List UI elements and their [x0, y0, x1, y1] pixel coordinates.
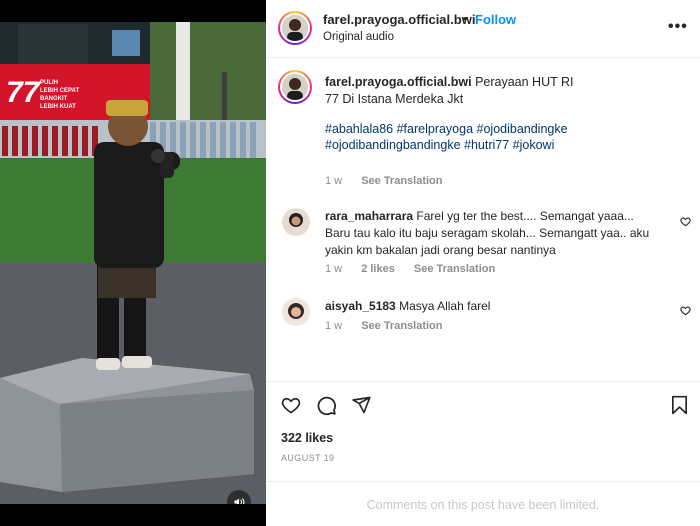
caption-author-avatar[interactable]	[278, 70, 312, 104]
instagram-post-viewer: 77 PULIH LEBIH CEPAT BANGKIT LEBIH KUAT	[0, 0, 700, 526]
post-actions: 322 likes AUGUST 19	[266, 382, 700, 482]
header-separator: •	[463, 11, 468, 26]
like-count[interactable]: 322 likes	[281, 431, 333, 445]
comment-see-translation[interactable]: See Translation	[361, 320, 442, 332]
share-paper-plane-icon[interactable]	[351, 395, 372, 415]
comments-section: farel.prayoga.official.bwi Perayaan HUT …	[266, 58, 700, 382]
comment-item: aisyah_5183 Masya Allah farel	[325, 298, 657, 315]
comment-likes[interactable]: 2 likes	[361, 263, 395, 275]
follow-button[interactable]: Follow	[475, 12, 516, 27]
caption-username[interactable]: farel.prayoga.official.bwi	[325, 75, 472, 89]
caption-avatar-image	[282, 74, 308, 100]
media-top-bar	[0, 0, 266, 22]
author-username[interactable]: farel.prayoga.official.bwi	[323, 12, 475, 27]
save-bookmark-icon[interactable]	[671, 395, 688, 415]
commenter-avatar-image	[282, 208, 310, 236]
video-frame: 77 PULIH LEBIH CEPAT BANGKIT LEBIH KUAT	[0, 22, 266, 504]
comment-like-heart-icon[interactable]	[680, 305, 691, 316]
commenter-avatar[interactable]	[282, 298, 310, 326]
more-horizontal-icon: •••	[668, 18, 688, 35]
author-avatar[interactable]	[278, 11, 312, 45]
comment-bubble-icon[interactable]	[316, 395, 337, 416]
comment-text: Masya Allah farel	[399, 299, 491, 313]
comment-time[interactable]: 1 w	[325, 320, 342, 332]
comment-meta: 1 w See Translation	[325, 320, 443, 332]
comment-time[interactable]: 1 w	[325, 263, 342, 275]
like-heart-icon[interactable]	[280, 395, 302, 415]
banner-number: 77	[6, 76, 41, 109]
media-bottom-bar	[0, 504, 266, 526]
post-date[interactable]: AUGUST 19	[281, 453, 334, 463]
commenter-avatar-image	[282, 298, 310, 326]
caption-see-translation[interactable]: See Translation	[361, 175, 442, 187]
banner-line-1: PULIH	[40, 80, 58, 86]
post-header: farel.prayoga.official.bwi • Follow Orig…	[266, 0, 700, 58]
comment-like-heart-icon[interactable]	[680, 216, 691, 227]
comment-username[interactable]: aisyah_5183	[325, 299, 396, 313]
caption-meta: 1 w See Translation	[325, 175, 443, 187]
caption-time[interactable]: 1 w	[325, 175, 342, 187]
banner-line-4: LEBIH KUAT	[40, 104, 76, 110]
post-video[interactable]: 77 PULIH LEBIH CEPAT BANGKIT LEBIH KUAT	[0, 22, 266, 504]
caption-hashtags[interactable]: #abahlala86 #farelprayoga #ojodibandingk…	[325, 122, 605, 153]
audio-label[interactable]: Original audio	[323, 31, 394, 43]
comment-username[interactable]: rara_maharrara	[325, 209, 413, 223]
banner-line-3: BANGKIT	[40, 96, 68, 102]
comment-meta: 1 w 2 likes See Translation	[325, 263, 495, 275]
comments-limited-notice: Comments on this post have been limited.	[366, 498, 600, 512]
post-caption: farel.prayoga.official.bwi Perayaan HUT …	[325, 74, 575, 108]
comment-see-translation[interactable]: See Translation	[414, 263, 495, 275]
more-options-button[interactable]: •••	[668, 18, 688, 36]
post-details-panel: farel.prayoga.official.bwi • Follow Orig…	[266, 0, 700, 526]
speaker-icon	[234, 498, 245, 504]
banner-line-2: LEBIH CEPAT	[40, 88, 79, 94]
comment-item: rara_maharrara Farel yg ter the best....…	[325, 208, 657, 259]
commenter-avatar[interactable]	[282, 208, 310, 236]
author-avatar-image	[282, 15, 308, 41]
